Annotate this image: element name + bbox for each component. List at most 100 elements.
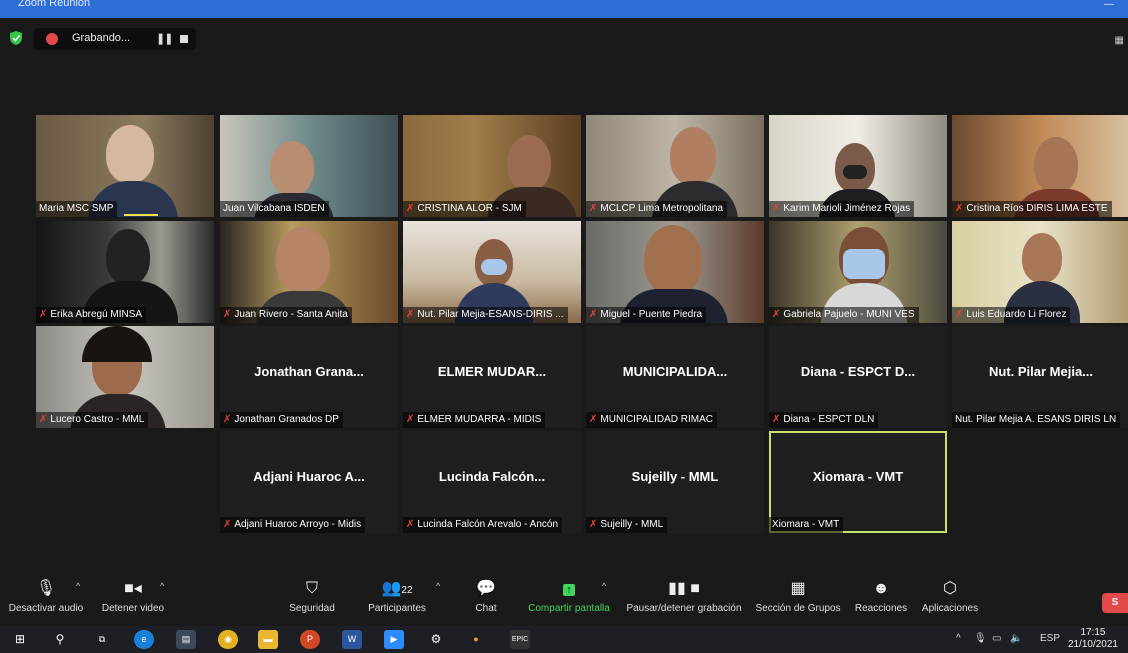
participants-count: 22	[401, 585, 413, 596]
apps-button[interactable]: ⬡ Aplicaciones	[918, 575, 982, 614]
participant-tile[interactable]: ✗ Luis Eduardo Li Florez	[952, 221, 1128, 323]
mic-muted-icon: ✗	[589, 309, 598, 320]
participant-tile[interactable]: MUNICIPALIDA... ✗ MUNICIPALIDAD RIMAC	[586, 326, 764, 428]
breakout-rooms-icon: ▦	[790, 580, 806, 597]
file-explorer-icon[interactable]: ▬	[258, 630, 278, 649]
participant-tile[interactable]: Sujeilly - MML ✗ Sujeilly - MML	[586, 431, 764, 533]
edge-browser-icon[interactable]: e	[134, 630, 154, 649]
participant-name: ✗ Juan Rivero - Santa Anita	[220, 307, 352, 323]
participant-display-name: Adjani Huaroc A...	[253, 469, 365, 484]
microphone-tray-icon[interactable]: 🎙	[974, 633, 987, 644]
participant-tile[interactable]: ✗ MCLCP Lima Metropolitana	[586, 115, 764, 217]
participant-tile[interactable]: ✗ Miguel - Puente Piedra	[586, 221, 764, 323]
pause-recording-icon[interactable]: ❚❚	[156, 32, 173, 45]
participant-tile[interactable]: Diana - ESPCT D... ✗ Diana - ESPCT DLN	[769, 326, 947, 428]
mic-muted-icon: ✗	[589, 519, 598, 530]
participant-display-name: Sujeilly - MML	[631, 469, 719, 484]
participant-tile[interactable]: ✗ Gabriela Pajuelo - MUNI VES	[769, 221, 947, 323]
pause-stop-recording-button[interactable]: ▮▮ ■ Pausar/detener grabación	[624, 575, 744, 614]
calculator-icon[interactable]: ▤	[176, 630, 196, 649]
participants-button[interactable]: 👥22 Participantes	[364, 575, 430, 614]
search-icon[interactable]: ⚲	[50, 630, 70, 649]
minimize-icon[interactable]: —	[1104, 0, 1114, 14]
view-grid-icon[interactable]: ▦	[1115, 35, 1124, 46]
audio-options-caret-icon[interactable]: ^	[76, 581, 80, 591]
mic-muted-icon: ✗	[406, 309, 415, 320]
participant-tile[interactable]: Juan Vilcabana ISDEN	[220, 115, 398, 217]
security-button[interactable]: ⛉ Seguridad	[282, 575, 342, 614]
meeting-toolbar: 🎙 Desactivar audio ^ ■◂ Detener video ^ …	[0, 575, 1128, 625]
network-icon[interactable]: ▭	[992, 633, 1001, 644]
participant-name: ✗ MCLCP Lima Metropolitana	[586, 201, 728, 217]
mic-muted-icon: ✗	[406, 414, 415, 425]
participant-name: ✗ Lucero Castro - MML	[36, 412, 149, 428]
recording-status: Grabando...	[72, 32, 131, 44]
participant-name: ✗ ELMER MUDARRA - MIDIS	[403, 412, 546, 428]
participant-tile[interactable]: ✗ Erika Abregú MINSA	[36, 221, 214, 323]
mic-muted-icon: ✗	[589, 414, 598, 425]
participant-tile[interactable]: ✗ Nut. Pilar Mejia-ESANS-DIRIS ...	[403, 221, 581, 323]
word-icon[interactable]: W	[342, 630, 362, 649]
share-screen-button[interactable]: ↑ Compartir pantalla	[524, 575, 614, 614]
zoom-icon[interactable]: ▶	[384, 630, 404, 649]
participant-display-name: Xiomara - VMT	[812, 469, 904, 484]
mic-muted-icon: ✗	[39, 414, 48, 425]
share-options-caret-icon[interactable]: ^	[602, 581, 606, 591]
video-camera-icon: ■◂	[124, 580, 142, 597]
mic-muted-icon: ✗	[223, 519, 232, 530]
mic-muted-icon: ✗	[955, 203, 964, 214]
participant-name: ✗ Miguel - Puente Piedra	[586, 307, 707, 323]
participant-tile[interactable]: Lucinda Falcón... ✗ Lucinda Falcón Areval…	[403, 431, 581, 533]
mic-muted-icon: ✗	[772, 203, 781, 214]
participant-tile[interactable]: Nut. Pilar Mejia... Nut. Pilar Mejia A. …	[952, 326, 1128, 428]
volume-icon[interactable]: 🔈	[1010, 633, 1022, 644]
mic-muted-icon: ✗	[406, 519, 415, 530]
video-options-caret-icon[interactable]: ^	[160, 581, 164, 591]
apps-icon: ⬡	[943, 580, 957, 597]
participant-name: ✗ Erika Abregú MINSA	[36, 307, 147, 323]
participant-display-name: Jonathan Grana...	[254, 364, 364, 379]
task-view-icon[interactable]: ⧉	[92, 630, 112, 649]
end-meeting-button[interactable]: S	[1102, 593, 1128, 613]
powerpoint-icon[interactable]: P	[300, 630, 320, 649]
participant-name: ✗ Diana - ESPCT DLN	[769, 412, 879, 428]
recording-icon	[46, 33, 58, 45]
security-shield-icon	[10, 31, 22, 45]
participant-tile[interactable]: ✗ Karim Marioli Jiménez Rojas	[769, 115, 947, 217]
stop-recording-icon[interactable]	[180, 35, 188, 43]
chrome-icon[interactable]: ◉	[218, 630, 238, 649]
participant-name: ✗ Jonathan Granados DP	[220, 412, 343, 428]
system-clock[interactable]: 17:15 21/10/2021	[1068, 627, 1118, 651]
participant-tile[interactable]: ELMER MUDAR... ✗ ELMER MUDARRA - MIDIS	[403, 326, 581, 428]
window-title-bar: Zoom Reunión —	[0, 0, 1128, 18]
microphone-icon: 🎙	[35, 580, 57, 597]
participant-tile[interactable]: ✗ CRISTINA ALOR - SJM	[403, 115, 581, 217]
windows-start-icon[interactable]: ⊞	[10, 630, 30, 649]
breakout-rooms-button[interactable]: ▦ Sección de Grupos	[754, 575, 842, 614]
reactions-button[interactable]: ☻ Reacciones	[852, 575, 910, 614]
epic-games-icon[interactable]: EPIC	[510, 630, 530, 649]
windows-taskbar: ⊞ ⚲ ⧉ e ▤ ◉ ▬ P W ▶ ⚙ ● EPIC ^ 🎙 ▭ 🔈 ESP…	[0, 626, 1128, 653]
participant-tile-active-speaker[interactable]: Xiomara - VMT Xiomara - VMT	[769, 431, 947, 533]
participant-name: ✗ Sujeilly - MML	[586, 517, 668, 533]
chat-button[interactable]: 💬 Chat	[466, 575, 506, 614]
settings-gear-icon[interactable]: ⚙	[426, 630, 446, 649]
stop-video-button[interactable]: ■◂ Detener video	[98, 575, 168, 614]
show-hidden-icons-icon[interactable]: ^	[956, 633, 961, 644]
participant-name: ✗ Cristina Ríos DIRIS LIMA ESTE	[952, 201, 1112, 217]
participant-tile[interactable]: Jonathan Grana... ✗ Jonathan Granados DP	[220, 326, 398, 428]
participant-tile[interactable]: ✗ Cristina Ríos DIRIS LIMA ESTE	[952, 115, 1128, 217]
participants-icon: 👥	[381, 580, 402, 597]
shield-icon: ⛉	[305, 580, 318, 597]
recording-indicator: Grabando... ❚❚	[34, 28, 196, 50]
mute-button[interactable]: 🎙 Desactivar audio	[6, 575, 86, 614]
participant-tile[interactable]: Maria MSC SMP	[36, 115, 214, 217]
participant-tile[interactable]: ✗ Juan Rivero - Santa Anita	[220, 221, 398, 323]
participants-options-caret-icon[interactable]: ^	[436, 581, 440, 591]
participant-tile[interactable]: Adjani Huaroc A... ✗ Adjani Huaroc Arroyo…	[220, 431, 398, 533]
mic-muted-icon: ✗	[223, 414, 232, 425]
participant-tile[interactable]: ✗ Lucero Castro - MML	[36, 326, 214, 428]
language-indicator[interactable]: ESP	[1040, 633, 1060, 644]
participant-name: ✗ Adjani Huaroc Arroyo - Midis	[220, 517, 366, 533]
app-icon[interactable]: ●	[466, 630, 486, 649]
